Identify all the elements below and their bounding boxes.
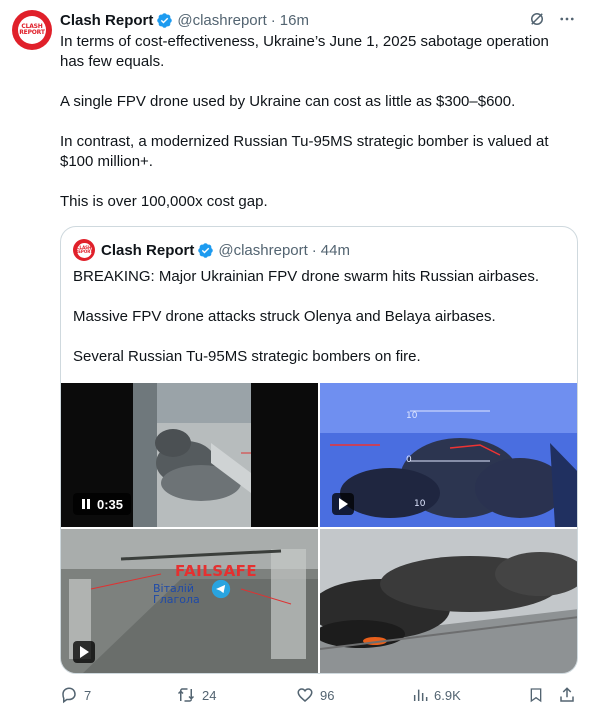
view-count: 6.9K bbox=[434, 687, 461, 703]
quoted-avatar-logo-text: CLASH REPORT bbox=[75, 245, 93, 254]
views-button[interactable]: 6.9K bbox=[412, 684, 461, 706]
media-grid: 0:35 10 0 10 FAILSAFE Віталій Глагола bbox=[61, 383, 577, 673]
repost-button[interactable]: 24 bbox=[176, 684, 216, 706]
bookmark-icon[interactable] bbox=[528, 686, 544, 704]
play-icon bbox=[339, 498, 348, 510]
smoke-photo bbox=[320, 529, 577, 673]
repost-icon bbox=[177, 688, 195, 702]
hud-label: 10 bbox=[414, 499, 426, 509]
verified-badge-icon bbox=[198, 242, 214, 258]
watermark-failsafe: FAILSAFE bbox=[175, 562, 258, 580]
like-count: 96 bbox=[320, 687, 335, 703]
quoted-author-name: Clash Report bbox=[101, 241, 195, 259]
reply-button[interactable]: 7 bbox=[60, 684, 91, 706]
heart-icon bbox=[297, 688, 313, 702]
play-badge[interactable] bbox=[332, 493, 354, 515]
post-paragraph: In terms of cost-effectiveness, Ukraine’… bbox=[60, 33, 549, 70]
author-name[interactable]: Clash Report bbox=[60, 12, 153, 29]
play-badge[interactable] bbox=[73, 641, 95, 663]
quoted-post-timestamp: 44m bbox=[320, 241, 350, 259]
post-paragraph: This is over 100,000x cost gap. bbox=[60, 193, 268, 210]
reply-icon bbox=[62, 687, 76, 704]
quoted-author-handle: @clashreport bbox=[218, 241, 308, 259]
video-frame-2 bbox=[320, 383, 577, 527]
media-image-4[interactable] bbox=[320, 529, 577, 673]
more-options-icon[interactable] bbox=[558, 10, 576, 28]
hud-label: 0 bbox=[406, 455, 412, 465]
like-button[interactable]: 96 bbox=[296, 684, 334, 706]
post-top-actions bbox=[528, 10, 576, 28]
quoted-author-avatar: CLASH REPORT bbox=[73, 239, 95, 261]
grok-icon[interactable] bbox=[528, 10, 546, 28]
quoted-post-header: Clash Report @clashreport · 44m bbox=[101, 240, 350, 260]
quoted-paragraph: BREAKING: Major Ukrainian FPV drone swar… bbox=[73, 268, 539, 285]
quoted-paragraph: Massive FPV drone attacks struck Olenya … bbox=[73, 308, 496, 325]
hud-label: 10 bbox=[406, 411, 418, 421]
author-handle[interactable]: @clashreport bbox=[177, 12, 266, 29]
media-video-2[interactable]: 10 0 10 bbox=[320, 383, 577, 527]
watermark-channel: Віталій Глагола bbox=[153, 582, 200, 606]
telegram-icon bbox=[211, 579, 231, 599]
quoted-post-body: BREAKING: Major Ukrainian FPV drone swar… bbox=[73, 267, 568, 387]
separator-dot: · bbox=[311, 241, 317, 259]
quoted-post[interactable]: CLASH REPORT Clash Report @clashreport · … bbox=[60, 226, 578, 674]
author-avatar[interactable]: CLASH REPORT bbox=[12, 10, 52, 50]
play-icon bbox=[80, 646, 89, 658]
verified-badge-icon bbox=[157, 12, 173, 28]
avatar-logo: CLASH REPORT bbox=[18, 16, 46, 44]
quoted-avatar-logo: CLASH REPORT bbox=[75, 242, 93, 258]
post-action-bar: 7 24 96 6.9K bbox=[60, 684, 578, 706]
pause-badge[interactable]: 0:35 bbox=[73, 493, 132, 515]
separator-dot: · bbox=[270, 11, 276, 29]
post-header: Clash Report @clashreport · 16m bbox=[60, 10, 309, 30]
media-video-1[interactable]: 0:35 bbox=[61, 383, 318, 527]
quoted-paragraph: Several Russian Tu-95MS strategic bomber… bbox=[73, 348, 421, 365]
analytics-icon bbox=[413, 689, 428, 701]
media-video-3[interactable]: FAILSAFE Віталій Глагола bbox=[61, 529, 318, 673]
video-duration: 0:35 bbox=[97, 496, 124, 512]
avatar-logo-text: CLASH REPORT bbox=[19, 23, 45, 36]
post-timestamp[interactable]: 16m bbox=[280, 12, 309, 29]
post-paragraph: In contrast, a modernized Russian Tu-95M… bbox=[60, 133, 549, 170]
repost-count: 24 bbox=[202, 687, 217, 703]
reply-count: 7 bbox=[84, 687, 92, 703]
post-paragraph: A single FPV drone used by Ukraine can c… bbox=[60, 93, 516, 110]
pause-icon bbox=[82, 499, 90, 509]
share-icon[interactable] bbox=[558, 686, 576, 704]
post-body: In terms of cost-effectiveness, Ukraine’… bbox=[60, 32, 575, 232]
